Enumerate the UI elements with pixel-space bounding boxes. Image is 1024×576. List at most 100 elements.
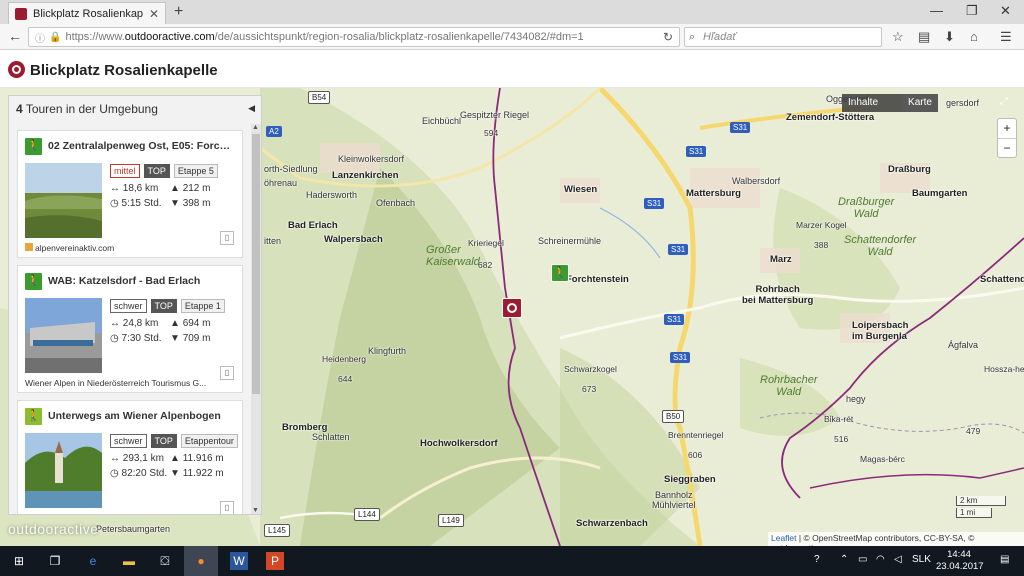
map-forest-label: Rohrbacher Wald bbox=[760, 374, 818, 398]
battery-icon[interactable]: ▭ bbox=[858, 554, 867, 565]
address-bar[interactable]: ⓘ 🔒 https://www.outdooractive.com/de/aus… bbox=[28, 27, 680, 47]
download-icon[interactable]: ⬇ bbox=[944, 29, 955, 45]
clock-date: 23.04.2017 bbox=[936, 561, 984, 572]
explorer-icon[interactable]: ▬ bbox=[120, 552, 138, 570]
map-peak-label: 673 bbox=[582, 384, 597, 394]
bookmark-icon[interactable]: ▯ bbox=[220, 231, 234, 245]
tour-card[interactable]: 🚶 WAB: Katzelsdorf - Bad Erlach schwer T… bbox=[17, 265, 243, 393]
restore-icon[interactable]: ❐ bbox=[966, 3, 978, 19]
menu-icon[interactable]: ☰ bbox=[1000, 29, 1012, 45]
tour-stats: ↔ 18,6 km ▲ 212 m ◷ 5:15 Std. ▼ 398 m bbox=[110, 183, 240, 209]
back-icon[interactable]: ← bbox=[8, 28, 22, 44]
tour-stats: ↔ 293,1 km ▲ 11.916 m ◷ 82:20 Std. ▼ 11.… bbox=[110, 453, 240, 479]
tour-card[interactable]: 🚶 Unterwegs am Wiener Alpenbogen schwer … bbox=[17, 400, 243, 514]
tour-badges: schwer TOP Etappentour bbox=[110, 434, 238, 448]
volume-icon[interactable]: ◁ bbox=[894, 554, 902, 565]
map-label: Eichbüchl bbox=[422, 116, 462, 126]
task-view-icon[interactable]: ❐ bbox=[46, 552, 64, 570]
map-label: Draßburg bbox=[888, 164, 931, 175]
road-shield: L149 bbox=[438, 514, 464, 527]
word-icon[interactable]: W bbox=[230, 552, 248, 570]
notifications-icon[interactable]: ▤ bbox=[1000, 554, 1009, 565]
powerpoint-icon[interactable]: P bbox=[266, 552, 284, 570]
tour-title[interactable]: 02 Zentralalpenweg Ost, E05: Forchte... bbox=[48, 140, 236, 152]
map-label: Ágfalva bbox=[948, 340, 979, 350]
map-forest-label: Schattendorfer Wald bbox=[844, 234, 917, 258]
firefox-icon[interactable]: ● bbox=[184, 546, 218, 576]
map-peak-label: Schwarzkogel bbox=[564, 364, 617, 374]
help-icon[interactable]: ? bbox=[814, 554, 820, 565]
panel-scrollbar[interactable]: ▲ ▼ bbox=[251, 124, 261, 514]
tab-contents[interactable]: Inhalte bbox=[842, 94, 884, 112]
network-icon[interactable]: ◠ bbox=[876, 554, 885, 565]
map-peak-label: Hossza-hegy bbox=[984, 364, 1024, 374]
bookmark-star-icon[interactable]: ☆ bbox=[892, 29, 904, 45]
map-label: öhrenau bbox=[264, 178, 298, 188]
distance-stat: ↔ 18,6 km bbox=[110, 183, 159, 194]
tour-thumbnail bbox=[25, 163, 102, 238]
map-label: Schlatten bbox=[312, 432, 350, 442]
info-icon[interactable]: ⓘ bbox=[35, 30, 45, 45]
road-shield: L144 bbox=[354, 508, 380, 521]
home-icon[interactable]: ⌂ bbox=[970, 29, 978, 44]
collapse-panel-icon[interactable]: ◀ bbox=[248, 103, 255, 114]
top-badge: TOP bbox=[143, 164, 170, 178]
map-label: Bad Erlach bbox=[288, 220, 338, 231]
bookmark-icon[interactable]: ▯ bbox=[220, 366, 234, 380]
tray-expand-icon[interactable]: ⌃ bbox=[840, 554, 848, 565]
lock-icon: 🔒 bbox=[49, 31, 62, 43]
edge-icon[interactable]: e bbox=[84, 552, 102, 570]
tour-stats: ↔ 24,8 km ▲ 694 m ◷ 7:30 Std. ▼ 709 m bbox=[110, 318, 240, 344]
bookmark-icon[interactable]: ▯ bbox=[220, 501, 234, 514]
panel-title: Touren in der Umgebung bbox=[25, 102, 158, 116]
stage-badge: Etappentour bbox=[180, 434, 238, 448]
zoom-out-button[interactable]: − bbox=[998, 138, 1016, 158]
zoom-control: + − bbox=[997, 118, 1017, 158]
stage-badge: Etappe 5 bbox=[173, 164, 218, 178]
map-peak-label: 606 bbox=[688, 450, 703, 460]
viewpoint-marker-icon[interactable] bbox=[502, 298, 522, 318]
tour-title[interactable]: WAB: Katzelsdorf - Bad Erlach bbox=[48, 275, 236, 287]
tour-card[interactable]: 🚶 02 Zentralalpenweg Ost, E05: Forchte..… bbox=[17, 130, 243, 258]
map-peak-label: Magas-bérc bbox=[860, 454, 905, 464]
map-label: Gespitzter Riegel bbox=[460, 110, 530, 120]
tab-close-icon[interactable]: ✕ bbox=[149, 7, 159, 21]
road-shield: B54 bbox=[308, 91, 331, 104]
search-input[interactable]: ⌕ Hľadať bbox=[684, 27, 882, 47]
map-label: Schreinermühle bbox=[538, 236, 602, 246]
new-tab-icon[interactable]: + bbox=[174, 3, 183, 21]
scroll-up-icon[interactable]: ▲ bbox=[252, 124, 259, 131]
map-peak-label: 479 bbox=[966, 426, 981, 436]
hiking-marker-icon[interactable]: 🚶 bbox=[551, 264, 569, 282]
tour-title[interactable]: Unterwegs am Wiener Alpenbogen bbox=[48, 410, 236, 422]
scroll-down-icon[interactable]: ▼ bbox=[252, 507, 259, 514]
window-close-icon[interactable]: ✕ bbox=[1000, 3, 1011, 19]
scrollbar-thumb[interactable] bbox=[252, 134, 260, 394]
zoom-in-button[interactable]: + bbox=[998, 119, 1016, 138]
road-shield: S31 bbox=[668, 244, 689, 255]
map-peak-label: Bika-rét bbox=[824, 414, 854, 424]
map-peak-label: 516 bbox=[834, 434, 849, 444]
map-layer-tabs: Inhalte Karte bbox=[842, 94, 938, 112]
map-label: gersdorf bbox=[946, 98, 980, 108]
clock[interactable]: 14:44 23.04.2017 bbox=[936, 549, 984, 573]
top-badge: TOP bbox=[150, 434, 177, 448]
map-label: Klingfurth bbox=[368, 346, 407, 356]
reading-list-icon[interactable]: ▤ bbox=[918, 29, 930, 45]
map-label: Sieggraben bbox=[664, 474, 716, 485]
language-indicator[interactable]: SLK bbox=[912, 554, 931, 565]
start-icon[interactable]: ⊞ bbox=[10, 552, 28, 570]
store-icon[interactable]: ⛋ bbox=[156, 552, 174, 570]
leaflet-link[interactable]: Leaflet bbox=[771, 533, 797, 543]
browser-tab[interactable]: Blickplatz Rosalienkapelle ... ✕ bbox=[8, 2, 166, 24]
tour-badges: mittel TOP Etappe 5 bbox=[110, 164, 218, 178]
map-label: Hadersworth bbox=[306, 190, 358, 200]
map-label: Mattersburg bbox=[686, 188, 741, 199]
map-peak-label: 594 bbox=[484, 128, 499, 138]
source-logo-icon bbox=[25, 243, 33, 251]
map-label: orth-Siedlung bbox=[264, 164, 318, 174]
tab-map[interactable]: Karte bbox=[902, 94, 938, 112]
fullscreen-icon[interactable]: ⤢ bbox=[1000, 96, 1008, 107]
reload-icon[interactable]: ↻ bbox=[663, 30, 673, 44]
minimize-icon[interactable]: — bbox=[930, 3, 943, 18]
